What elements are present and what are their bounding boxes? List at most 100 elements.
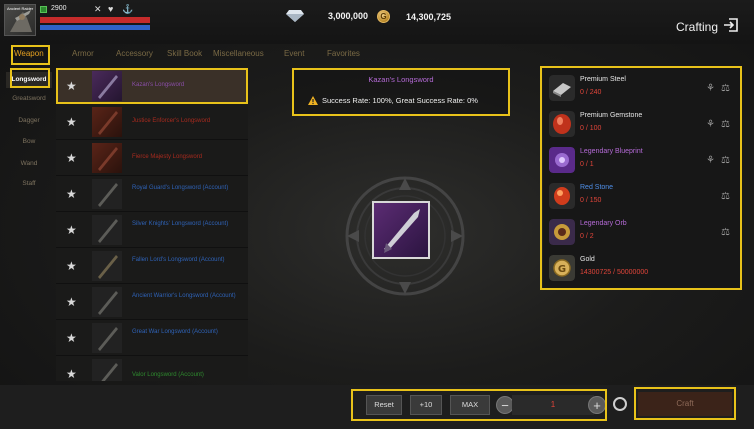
success-rate: Success Rate: 100%, Great Success Rate: …	[308, 96, 478, 105]
materials-panel: Premium Steel 0 / 240 ⚘ ⚖ Premium Gemsto…	[543, 68, 741, 288]
material-name: Gold	[580, 256, 595, 263]
material-row[interactable]: Red Stone 0 / 150 ⚖	[543, 178, 741, 214]
material-count: 0 / 240	[580, 89, 602, 96]
avatar[interactable]: Ancient Raider	[4, 4, 36, 36]
top-bar: Ancient Raider 2900 ✕ ♥ ⚓ 3,000,000 G 14…	[0, 0, 754, 44]
subcat-bow[interactable]: Bow	[6, 138, 52, 145]
material-row[interactable]: Legendary Orb 0 / 2 ⚖	[543, 214, 741, 250]
subcat-staff[interactable]: Staff	[6, 180, 52, 187]
subcat-wand[interactable]: Wand	[6, 160, 52, 167]
steel-icon	[549, 75, 575, 101]
favorite-star-icon[interactable]: ★	[66, 187, 77, 201]
item-list: ★ Kazan's Longsword ★ Justice Enforcer's…	[56, 68, 248, 381]
longsword-thumb-icon	[92, 323, 122, 353]
favorite-star-icon[interactable]: ★	[66, 79, 77, 93]
selected-item-icon	[372, 201, 430, 259]
page-title: Crafting	[676, 20, 719, 34]
longsword-thumb-icon	[92, 71, 122, 101]
coin-stack-icon	[613, 397, 627, 411]
favorite-star-icon[interactable]: ★	[66, 295, 77, 309]
list-item[interactable]: ★ Kazan's Longsword	[56, 68, 248, 104]
list-item[interactable]: ★ Silver Knights' Longsword (Account)	[56, 212, 248, 248]
crafting-screen: Ancient Raider 2900 ✕ ♥ ⚓ 3,000,000 G 14…	[0, 0, 754, 429]
list-item[interactable]: ★ Justice Enforcer's Longsword	[56, 104, 248, 140]
subcat-greatsword[interactable]: Greatsword	[6, 95, 52, 102]
tradeable-icon: ⚘	[706, 83, 715, 94]
item-name: Fierce Majesty Longsword	[132, 154, 203, 160]
category-tabs: Weapon Armor Accessory Skill Book Miscel…	[0, 45, 540, 65]
longsword-thumb-icon	[92, 287, 122, 317]
list-item[interactable]: ★ Ancient Warrior's Longsword (Account)	[56, 284, 248, 320]
tab-weapon[interactable]: Weapon	[14, 49, 44, 58]
list-item[interactable]: ★ Fierce Majesty Longsword	[56, 140, 248, 176]
material-row[interactable]: Premium Steel 0 / 240 ⚘ ⚖	[543, 70, 741, 106]
quantity-field[interactable]: 1	[512, 395, 594, 415]
material-row[interactable]: G Gold 14300725 / 50000000	[543, 250, 741, 286]
selected-item-name: Kazan's Longsword	[368, 75, 434, 84]
tab-miscellaneous[interactable]: Miscellaneous	[213, 49, 264, 58]
longsword-thumb-icon	[92, 107, 122, 137]
favorite-star-icon[interactable]: ★	[66, 223, 77, 237]
gold-icon: G	[549, 255, 575, 281]
favorite-star-icon[interactable]: ★	[66, 331, 77, 345]
list-item[interactable]: ★ Royal Guard's Longsword (Account)	[56, 176, 248, 212]
close-x-icon[interactable]: ✕	[94, 4, 102, 15]
subcategory-list: Longsword Greatsword Dagger Bow Wand Sta…	[6, 68, 52, 388]
material-count: 0 / 1	[580, 161, 594, 168]
list-item[interactable]: ★ Great War Longsword (Account)	[56, 320, 248, 356]
item-name: Kazan's Longsword	[132, 82, 185, 88]
red-stone-icon	[549, 183, 575, 209]
storage-icon: ⚖	[721, 119, 730, 130]
list-item[interactable]: ★ Valor Longsword (Account)	[56, 356, 248, 381]
tab-event[interactable]: Event	[284, 49, 304, 58]
tradeable-icon: ⚘	[706, 119, 715, 130]
subcat-dagger[interactable]: Dagger	[6, 117, 52, 124]
max-button[interactable]: MAX	[450, 395, 490, 415]
craft-button[interactable]: Craft	[638, 392, 732, 416]
diamond-icon	[286, 10, 304, 22]
favorite-star-icon[interactable]: ★	[66, 115, 77, 129]
longsword-thumb-icon	[92, 179, 122, 209]
item-name: Ancient Warrior's Longsword (Account)	[132, 293, 236, 299]
material-name: Red Stone	[580, 184, 614, 191]
subcat-longsword[interactable]: Longsword	[6, 72, 52, 88]
warning-icon	[308, 96, 318, 105]
storage-icon: ⚖	[721, 227, 730, 238]
material-name: Legendary Orb	[580, 220, 627, 227]
orb-icon	[549, 219, 575, 245]
material-count: 14300725 / 50000000	[580, 269, 649, 276]
material-name: Premium Steel	[580, 76, 626, 83]
exit-icon[interactable]	[723, 17, 739, 33]
material-row[interactable]: Legendary Blueprint 0 / 1 ⚘ ⚖	[543, 142, 741, 178]
material-row[interactable]: Premium Gemstone 0 / 100 ⚘ ⚖	[543, 106, 741, 142]
character-portrait-icon	[10, 10, 32, 32]
plus-ten-button[interactable]: +10	[410, 395, 442, 415]
success-rate-text: Success Rate: 100%, Great Success Rate: …	[322, 96, 478, 105]
gemstone-icon	[549, 111, 575, 137]
tab-skill-book[interactable]: Skill Book	[167, 49, 202, 58]
favorite-star-icon[interactable]: ★	[66, 367, 77, 381]
hp-bar	[40, 17, 150, 23]
favorite-star-icon[interactable]: ★	[66, 259, 77, 273]
svg-text:G: G	[558, 264, 566, 275]
anchor-icon: ⚓	[122, 4, 134, 14]
item-name: Great War Longsword (Account)	[132, 329, 218, 335]
longsword-thumb-icon	[92, 143, 122, 173]
material-count: 0 / 2	[580, 233, 594, 240]
storage-icon: ⚖	[721, 83, 730, 94]
favorite-star-icon[interactable]: ★	[66, 151, 77, 165]
gold-amount: 14,300,725	[406, 11, 452, 22]
reset-button[interactable]: Reset	[366, 395, 402, 415]
storage-icon: ⚖	[721, 191, 730, 202]
level-icon	[40, 6, 47, 13]
tab-accessory[interactable]: Accessory	[116, 49, 153, 58]
material-count: 0 / 150	[580, 197, 602, 204]
increase-button[interactable]: +	[588, 396, 606, 414]
blueprint-icon	[549, 147, 575, 173]
tab-favorites[interactable]: Favorites	[327, 49, 360, 58]
tab-armor[interactable]: Armor	[72, 49, 94, 58]
heart-icon: ♥	[108, 4, 114, 14]
storage-icon: ⚖	[721, 155, 730, 166]
mp-bar	[40, 25, 150, 30]
list-item[interactable]: ★ Fallen Lord's Longsword (Account)	[56, 248, 248, 284]
